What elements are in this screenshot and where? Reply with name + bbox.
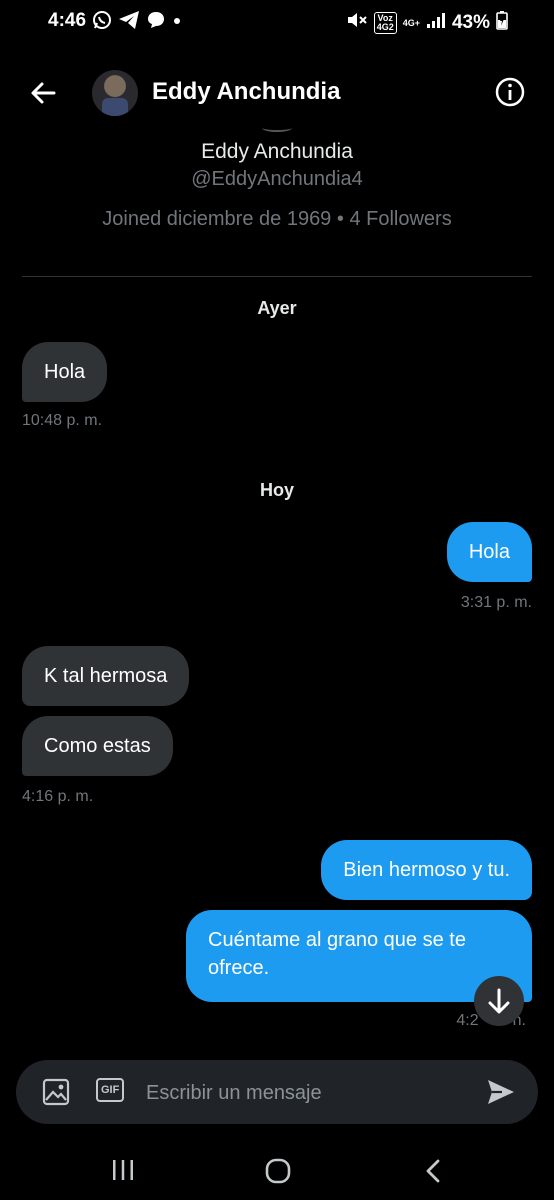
system-nav-bar [0, 1140, 554, 1200]
message-incoming[interactable]: Como estas [22, 716, 173, 776]
chevron-left-icon [426, 1159, 440, 1183]
profile-avatar-edge [262, 124, 292, 132]
profile-handle[interactable]: @EddyAnchundia4 [0, 168, 554, 191]
volte-label: Voz 4G2 [373, 12, 397, 34]
status-bar: 4:46 Voz 4G2 4G+ 43% [0, 0, 554, 44]
signal-icon [426, 11, 446, 35]
info-button[interactable] [494, 76, 526, 108]
message-incoming[interactable]: K tal hermosa [22, 646, 190, 706]
profile-meta: Joined diciembre de 1969 • 4 Followers [0, 208, 554, 231]
info-icon [495, 77, 525, 107]
network-gen-label: 4G+ [402, 17, 420, 28]
image-button[interactable] [42, 1078, 70, 1111]
battery-percent: 43% [451, 12, 490, 33]
image-icon [42, 1078, 70, 1106]
message-timestamp: 3:31 p. m. [460, 594, 532, 611]
telegram-icon [118, 10, 140, 36]
message-outgoing[interactable]: Hola [446, 522, 532, 582]
scroll-to-bottom-button[interactable] [474, 976, 524, 1026]
status-time: 4:46 [48, 10, 87, 31]
message-outgoing[interactable]: Bien hermoso y tu. [321, 840, 532, 900]
message-input[interactable] [144, 1072, 478, 1114]
send-icon [488, 1080, 514, 1104]
whatsapp-icon [92, 10, 112, 36]
message-timestamp: 4:16 p. m. [22, 788, 94, 805]
message-timestamp: 10:48 p. m. [22, 412, 103, 429]
header-title[interactable]: Eddy Anchundia [152, 78, 340, 106]
arrow-left-icon [31, 82, 56, 104]
chat-bubble-icon [146, 10, 166, 36]
send-button[interactable] [486, 1078, 516, 1111]
profile-followers[interactable]: 4 Followers [349, 208, 451, 230]
mute-icon [346, 10, 368, 36]
message-composer: GIF [16, 1060, 538, 1124]
message-incoming[interactable]: Hola [22, 342, 108, 402]
home-icon [265, 1158, 291, 1184]
divider [22, 276, 532, 277]
home-button[interactable] [264, 1158, 292, 1189]
day-separator-today: Hoy [259, 480, 294, 500]
notification-dot-icon [172, 10, 182, 36]
back-nav-button[interactable] [422, 1158, 444, 1189]
avatar[interactable] [92, 70, 138, 116]
recent-apps-button[interactable] [110, 1158, 136, 1187]
back-button[interactable] [26, 76, 60, 110]
day-separator-yesterday: Ayer [257, 298, 297, 318]
profile-joined: Joined diciembre de 1969 [102, 208, 332, 230]
gif-icon: GIF [96, 1078, 125, 1102]
profile-separator: • [336, 208, 344, 230]
conversation-header: Eddy Anchundia [0, 60, 554, 126]
battery-charging-icon [496, 10, 508, 36]
arrow-down-icon [488, 988, 510, 1014]
gif-button[interactable]: GIF [96, 1078, 125, 1102]
recent-apps-icon [113, 1160, 133, 1180]
profile-name[interactable]: Eddy Anchundia [0, 140, 554, 164]
